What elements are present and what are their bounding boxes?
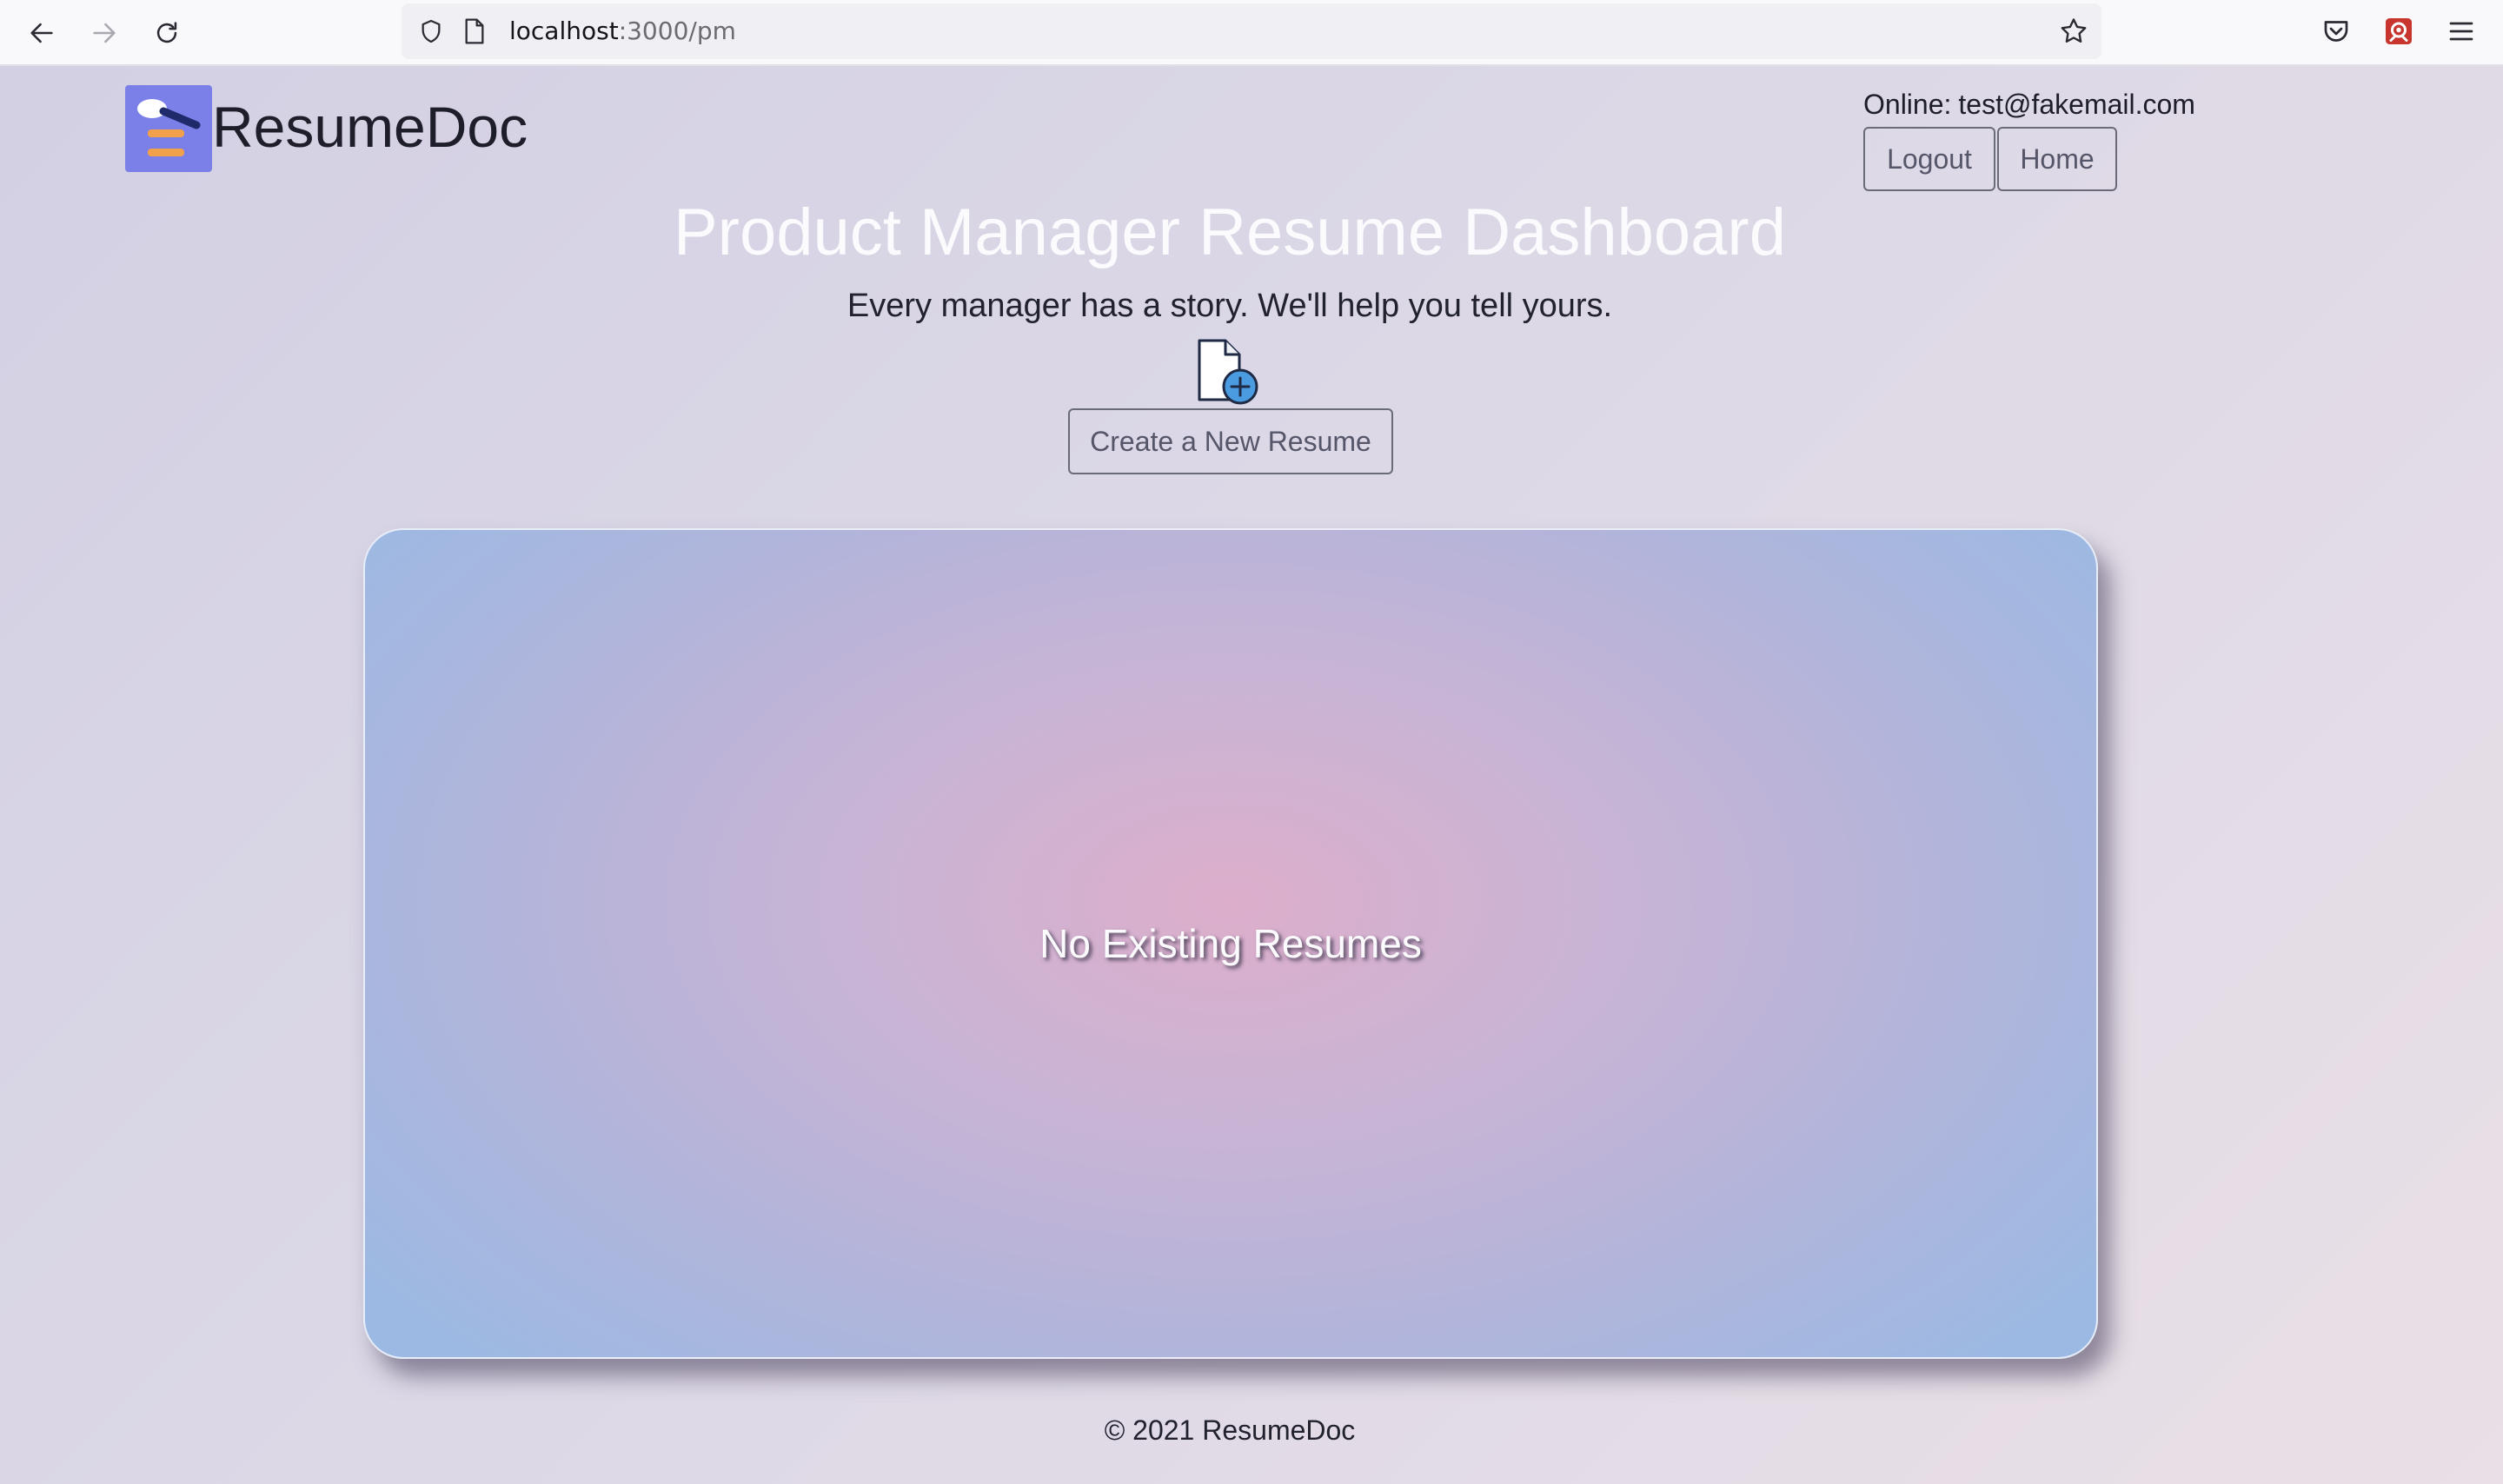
user-email: test@fakemail.com [1958,89,2195,120]
logo-icon[interactable] [125,85,212,172]
new-document-icon[interactable] [1192,337,1265,410]
back-arrow-icon [30,23,53,43]
page-title: Product Manager Resume Dashboard [673,195,1786,269]
tagline: Every manager has a story. We'll help yo… [847,288,1613,324]
footer-copyright: © 2021 ResumeDoc [1104,1414,1356,1446]
empty-state-message: No Existing Resumes [1039,921,1422,966]
page-icon[interactable] [462,17,487,45]
online-label: Online: [1863,89,1952,120]
shield-icon[interactable] [417,17,445,45]
address-bar[interactable]: localhost:3000/pm [402,3,2101,59]
extension-icon[interactable] [2383,16,2414,47]
reload-icon [156,22,177,43]
resumes-panel: No Existing Resumes [363,528,2098,1359]
create-resume-button[interactable]: Create a New Resume [1068,408,1393,474]
url-text[interactable]: localhost:3000/pm [509,3,736,59]
logout-button[interactable]: Logout [1863,127,1995,191]
forward-button[interactable] [83,12,125,54]
reload-button[interactable] [146,12,188,54]
back-button[interactable] [21,12,63,54]
page-viewport: ResumeDoc Online: test@fakemail.com Logou… [0,66,2503,1484]
pocket-icon[interactable] [2320,16,2352,47]
forward-arrow-icon [93,23,116,43]
bookmark-star-icon[interactable] [2058,16,2089,47]
browser-toolbar: localhost:3000/pm [0,0,2503,66]
menu-icon[interactable] [2446,16,2477,47]
online-status: Online: test@fakemail.com [1863,87,2195,122]
home-button[interactable]: Home [1997,127,2117,191]
brand-name[interactable]: ResumeDoc [212,90,528,163]
